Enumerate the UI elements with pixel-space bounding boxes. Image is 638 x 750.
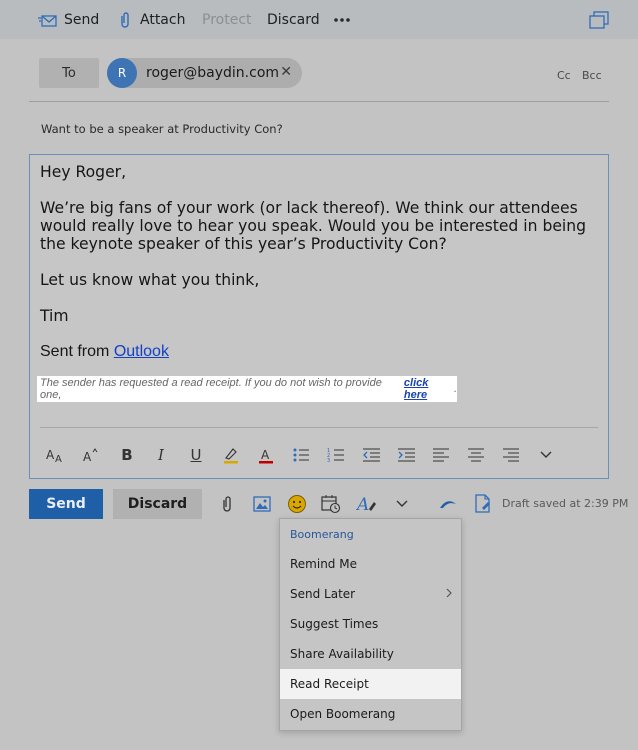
toolbar-discard-label: Discard <box>267 11 320 28</box>
align-right-icon[interactable] <box>497 439 525 471</box>
body-paragraph: We’re big fans of your work (or lack the… <box>40 199 587 253</box>
toolbar-discard-button[interactable]: Discard <box>267 0 320 39</box>
highlight-icon[interactable] <box>217 439 245 471</box>
recipient-chip[interactable]: R roger@baydin.com ✕ <box>107 58 302 88</box>
schedule-icon[interactable] <box>318 491 344 517</box>
align-left-icon[interactable] <box>427 439 455 471</box>
toolbar-send-button[interactable]: Send <box>38 0 99 39</box>
italic-icon[interactable]: I <box>147 439 175 471</box>
message-text[interactable]: Hey Roger, We’re big fans of your work (… <box>40 163 600 379</box>
paperclip-icon <box>119 11 131 29</box>
menu-item-label: Read Receipt <box>290 677 369 691</box>
closing: Let us know what you think, <box>40 271 260 289</box>
menu-header: Boomerang <box>290 528 354 541</box>
underline-icon[interactable]: U <box>182 439 210 471</box>
sent-from-prefix: Sent from <box>40 343 114 360</box>
svg-text:A: A <box>55 454 62 463</box>
menu-item-remind-me[interactable]: Remind Me <box>280 549 461 579</box>
font-color-icon[interactable]: A <box>252 439 280 471</box>
svg-text:A: A <box>46 448 55 462</box>
svg-text:A: A <box>261 448 270 462</box>
discard-button[interactable]: Discard <box>113 489 202 519</box>
receipt-click-here-link[interactable]: click here <box>404 377 454 401</box>
greeting: Hey Roger, <box>40 163 127 181</box>
increase-indent-icon[interactable] <box>392 439 420 471</box>
bold-icon[interactable]: B <box>113 439 141 471</box>
decrease-indent-icon[interactable] <box>357 439 385 471</box>
toolbar-attach-label: Attach <box>140 11 186 28</box>
signature: Tim <box>40 307 69 325</box>
chevron-right-icon <box>445 586 453 603</box>
insert-picture-icon[interactable] <box>249 491 275 517</box>
command-bar: Send Attach Protect Discard <box>0 0 638 39</box>
chevron-down-icon[interactable] <box>389 491 415 517</box>
boomerang-menu: Boomerang Remind Me Send Later Suggest T… <box>279 518 462 731</box>
popout-window-icon <box>589 10 609 29</box>
menu-item-read-receipt[interactable]: Read Receipt <box>280 669 461 699</box>
subject-field[interactable]: Want to be a speaker at Productivity Con… <box>41 122 283 136</box>
sent-from-line: Sent from Outlook <box>40 343 600 361</box>
svg-text:3: 3 <box>327 458 330 463</box>
formatting-toolbar: AA A B I U A 123 <box>30 439 608 471</box>
menu-item-send-later[interactable]: Send Later <box>280 579 461 609</box>
align-center-icon[interactable] <box>462 439 490 471</box>
remove-recipient-icon[interactable]: ✕ <box>280 64 292 80</box>
menu-item-label: Open Boomerang <box>290 707 396 721</box>
send-button[interactable]: Send <box>29 489 103 519</box>
toolbar-attach-button[interactable]: Attach <box>119 0 185 39</box>
avatar: R <box>107 58 137 88</box>
font-size-icon[interactable]: AA <box>42 439 70 471</box>
draft-status: Draft saved at 2:39 PM <box>502 497 629 510</box>
attach-icon[interactable] <box>214 491 240 517</box>
receipt-note-text: The sender has requested a read receipt.… <box>40 377 382 401</box>
format-divider <box>40 427 598 428</box>
to-button[interactable]: To <box>39 58 99 88</box>
recipient-email: roger@baydin.com <box>146 65 280 81</box>
formatting-icon[interactable]: A <box>354 491 380 517</box>
menu-item-share-availability[interactable]: Share Availability <box>280 639 461 669</box>
receipt-note-end: . <box>453 383 457 395</box>
emoji-icon[interactable] <box>284 491 310 517</box>
toolbar-more-button[interactable] <box>333 0 351 39</box>
toolbar-protect-button[interactable]: Protect <box>202 0 252 39</box>
grow-font-icon[interactable]: A <box>77 439 105 471</box>
menu-item-label: Suggest Times <box>290 617 379 631</box>
more-dots-icon <box>333 17 351 23</box>
message-body[interactable]: Hey Roger, We’re big fans of your work (… <box>29 154 609 479</box>
save-draft-icon[interactable] <box>470 491 496 517</box>
more-formatting-icon[interactable] <box>532 439 560 471</box>
cc-button[interactable]: Cc <box>557 69 571 82</box>
menu-item-label: Send Later <box>290 587 356 601</box>
bullets-icon[interactable] <box>287 439 315 471</box>
bcc-button[interactable]: Bcc <box>582 69 602 82</box>
divider <box>29 101 609 102</box>
menu-item-open-boomerang[interactable]: Open Boomerang <box>280 699 461 729</box>
svg-text:A: A <box>356 495 369 514</box>
toolbar-protect-label: Protect <box>202 11 252 28</box>
menu-item-suggest-times[interactable]: Suggest Times <box>280 609 461 639</box>
boomerang-icon[interactable] <box>435 491 461 517</box>
toolbar-send-label: Send <box>64 11 100 28</box>
svg-text:A: A <box>83 450 92 463</box>
outlook-link[interactable]: Outlook <box>114 343 169 360</box>
menu-item-label: Share Availability <box>290 647 394 661</box>
menu-item-label: Remind Me <box>290 557 357 571</box>
send-mail-icon <box>38 12 58 28</box>
numbering-icon[interactable]: 123 <box>322 439 350 471</box>
to-label: To <box>62 65 76 81</box>
read-receipt-notice: The sender has requested a read receipt.… <box>37 376 457 402</box>
popout-button[interactable] <box>589 0 609 39</box>
